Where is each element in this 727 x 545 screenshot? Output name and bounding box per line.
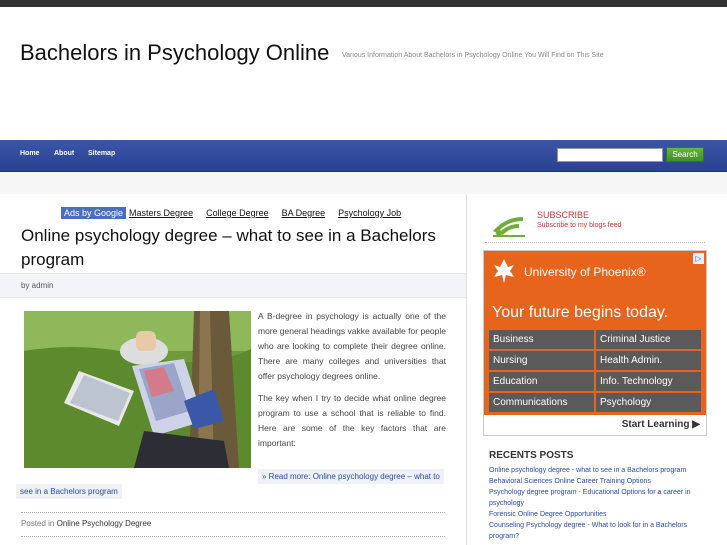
ad-program-psychology[interactable]: Psychology: [596, 393, 701, 412]
main-navigation: Home About Sitemap Search: [0, 140, 727, 172]
posted-in-label: Posted in: [21, 519, 55, 528]
ad-program-info-technology[interactable]: Info. Technology: [596, 372, 701, 391]
nav-home[interactable]: Home: [20, 150, 39, 157]
ad-link-psychology-job[interactable]: Psychology Job: [338, 208, 401, 218]
recent-posts-heading: RECENTS POSTS: [489, 450, 574, 461]
subheader-band: [0, 172, 727, 195]
divider: [21, 536, 445, 537]
ad-program-nursing[interactable]: Nursing: [489, 351, 594, 370]
main-content: Ads by Google Masters Degree College Degre…: [0, 194, 467, 545]
post-category: Posted in Online Psychology Degree: [21, 519, 151, 528]
recent-post-link[interactable]: Behavioral Sciences Online Career Traini…: [489, 476, 711, 487]
post-paragraph: The key when I try to decide what online…: [258, 393, 446, 448]
university-ad-banner[interactable]: University of Phoenix® ▷ Your future beg…: [483, 250, 707, 436]
recent-post-link[interactable]: Psychology degree program - Educational …: [489, 487, 711, 509]
read-more-link-continued[interactable]: see in a Bachelors program: [16, 484, 122, 499]
subscribe-link[interactable]: Subscribe to my blogs feed: [537, 222, 621, 229]
search-input[interactable]: [557, 148, 663, 162]
ads-by-google-label[interactable]: Ads by Google: [61, 207, 127, 219]
ad-headline: Your future begins today.: [492, 304, 669, 321]
sidebar: SUBSCRIBE Subscribe to my blogs feed Uni…: [467, 194, 727, 545]
google-ad-links: Ads by Google Masters Degree College Degre…: [61, 207, 414, 219]
ad-program-education[interactable]: Education: [489, 372, 594, 391]
ad-link-ba-degree[interactable]: BA Degree: [282, 208, 326, 218]
site-tagline: Various Information About Bachelors in P…: [342, 52, 604, 59]
ad-program-grid: Business Criminal Justice Nursing Health…: [489, 330, 701, 412]
post-photo: [24, 311, 251, 468]
nav-about[interactable]: About: [54, 150, 74, 157]
subscribe-title[interactable]: SUBSCRIBE: [537, 210, 589, 220]
read-more-link[interactable]: » Read more: Online psychology degree – …: [258, 469, 444, 484]
phoenix-logo-icon: [494, 259, 514, 283]
rss-feed-icon[interactable]: [493, 211, 525, 237]
post-excerpt: A B-degree in psychology is actually one…: [258, 309, 446, 458]
ad-program-health-admin[interactable]: Health Admin.: [596, 351, 701, 370]
recent-post-link[interactable]: Forensic Online Degree Opportunities: [489, 509, 711, 520]
recent-post-link[interactable]: Online psychology degree - what to see i…: [489, 465, 711, 476]
search-button[interactable]: Search: [666, 147, 704, 162]
top-strip: [0, 0, 727, 7]
site-title[interactable]: Bachelors in Psychology Online: [20, 40, 329, 66]
ad-link-masters-degree[interactable]: Masters Degree: [129, 208, 193, 218]
post-title[interactable]: Online psychology degree – what to see i…: [21, 224, 441, 272]
ad-program-communications[interactable]: Communications: [489, 393, 594, 412]
post-paragraph: A B-degree in psychology is actually one…: [258, 311, 446, 381]
recent-post-link[interactable]: Counseling Psychology degree - What to l…: [489, 520, 711, 542]
ad-brand-name: University of Phoenix®: [524, 265, 646, 279]
ad-choices-icon[interactable]: ▷: [693, 253, 704, 264]
nav-sitemap[interactable]: Sitemap: [88, 150, 115, 157]
ad-program-criminal-justice[interactable]: Criminal Justice: [596, 330, 701, 349]
start-learning-button[interactable]: Start Learning ▶: [622, 419, 700, 430]
site-header: Bachelors in Psychology Online Various I…: [0, 7, 727, 140]
divider: [21, 512, 445, 513]
post-meta-bar: by admin: [0, 273, 466, 298]
ad-footer: Start Learning ▶: [484, 415, 706, 435]
ad-link-college-degree[interactable]: College Degree: [206, 208, 269, 218]
category-link[interactable]: Online Psychology Degree: [57, 519, 152, 528]
divider: [485, 242, 705, 243]
ad-program-business[interactable]: Business: [489, 330, 594, 349]
recent-posts-list: Online psychology degree - what to see i…: [489, 465, 711, 542]
post-author: by admin: [21, 281, 54, 290]
student-with-laptop-image: [24, 311, 251, 468]
